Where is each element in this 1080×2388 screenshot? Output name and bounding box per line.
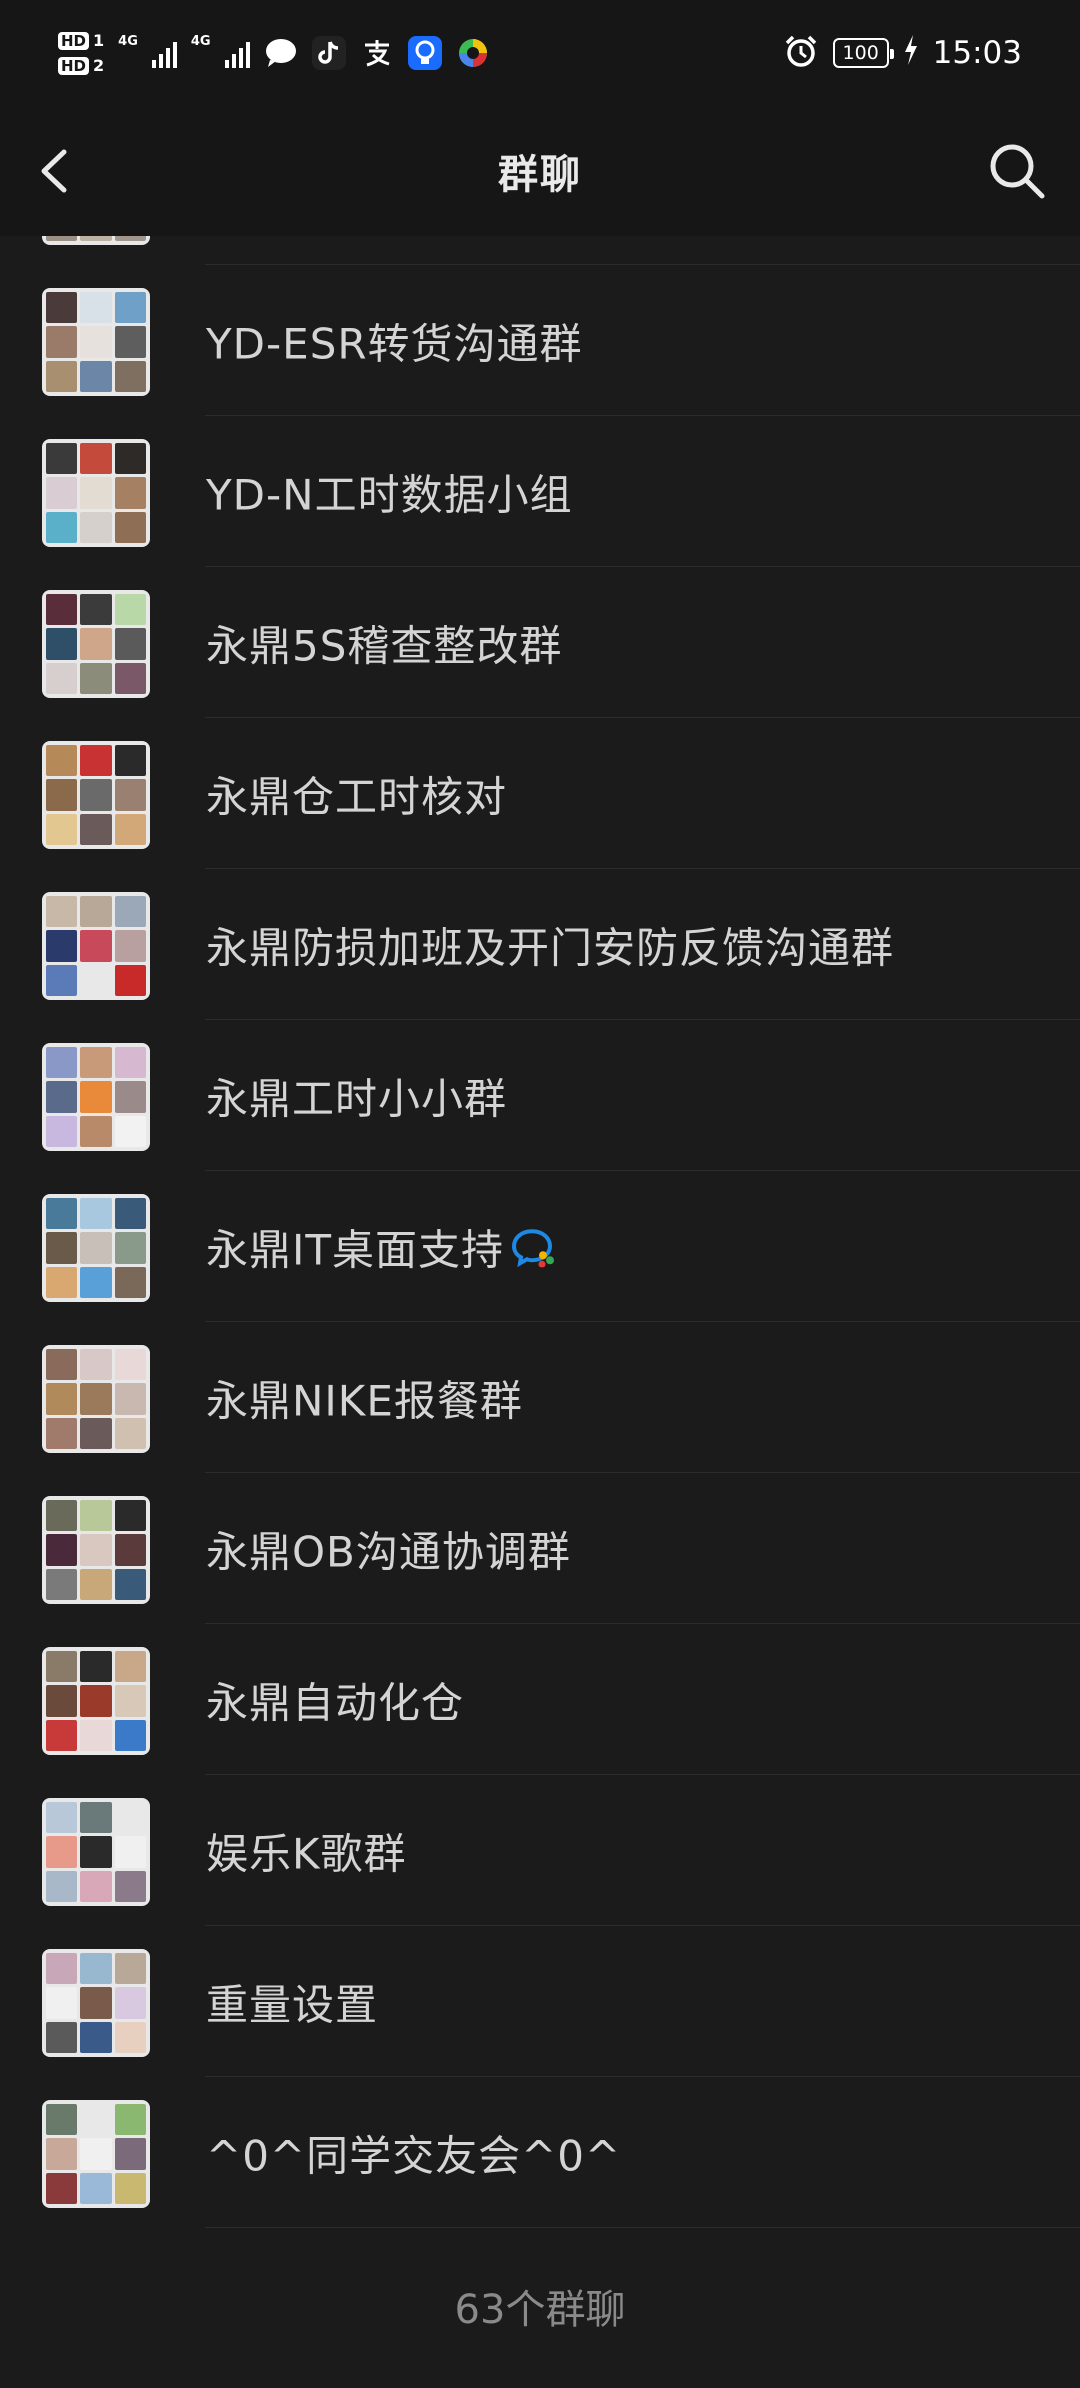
hd-indicator-2: HD 2 <box>58 56 104 75</box>
group-avatar <box>42 1949 150 2057</box>
group-avatar <box>42 1496 150 1604</box>
group-avatar <box>42 1043 150 1151</box>
list-item[interactable]: 永鼎5S稽查整改群 <box>0 567 1080 718</box>
search-icon <box>990 144 1045 199</box>
group-avatar <box>42 1345 150 1453</box>
status-right: 100 15:03 <box>783 33 1022 73</box>
tiktok-icon <box>311 36 346 70</box>
hd-label-1: HD <box>58 31 90 50</box>
charging-icon <box>903 34 919 72</box>
group-avatar <box>42 1194 150 1302</box>
group-name: 永鼎工时小小群 <box>206 1074 508 1123</box>
group-avatar <box>42 439 150 547</box>
hd-num-2: 2 <box>93 56 105 75</box>
list-item[interactable]: 永鼎NIKE报餐群 <box>0 1322 1080 1473</box>
hd-indicator-1: HD 1 <box>58 31 104 50</box>
list-item[interactable]: 永鼎仓工时核对 <box>0 718 1080 869</box>
list-item[interactable]: 永鼎OB沟通协调群 <box>0 1473 1080 1624</box>
group-avatar <box>42 892 150 1000</box>
list-item[interactable]: 永鼎自动化仓 <box>0 1624 1080 1775</box>
list-item[interactable]: 娱乐K歌群 <box>0 1775 1080 1926</box>
network-type-1: 4G <box>118 33 138 49</box>
list-item[interactable]: ^0^同学交友会^0^ <box>0 2077 1080 2228</box>
group-name: 永鼎OB沟通协调群 <box>206 1527 571 1576</box>
page-title: 群聊 <box>498 152 582 198</box>
group-name: 永鼎IT桌面支持 <box>206 1216 556 1278</box>
group-avatar <box>42 236 150 245</box>
signal-bars-2-icon <box>224 38 250 68</box>
group-avatar <box>42 1647 150 1755</box>
pinwheel-app-icon <box>456 36 490 70</box>
group-name: 永鼎自动化仓 <box>206 1678 465 1727</box>
group-name: 永鼎防损加班及开门安防反馈沟通群 <box>206 923 895 972</box>
group-name: 永鼎5S稽查整改群 <box>206 621 563 670</box>
group-name: YD-N工时数据小组 <box>206 470 573 519</box>
list-item[interactable]: 永鼎工时小小群 <box>0 1020 1080 1171</box>
group-avatar <box>42 2100 150 2208</box>
list-item[interactable]: YD-ESR转货沟通群 <box>0 265 1080 416</box>
group-avatar <box>42 741 150 849</box>
group-name: ^0^同学交友会^0^ <box>206 2131 622 2180</box>
chevron-left-icon <box>41 149 67 193</box>
group-avatar <box>42 1798 150 1906</box>
list-item[interactable]: 永鼎IT桌面支持 <box>0 1171 1080 1322</box>
list-item[interactable]: 重量设置 <box>0 1926 1080 2077</box>
alarm-icon <box>783 33 819 73</box>
search-button[interactable] <box>984 138 1050 204</box>
top-app-bar: 群聊 <box>0 106 1080 236</box>
status-left: HD 1 HD 2 4G 4G <box>58 31 490 75</box>
group-chat-list[interactable]: YD-ESR转货沟通群 YD-N工时数据小组 永鼎5S稽查整改群 永鼎仓工时核对 <box>0 236 1080 2236</box>
hd-num-1: 1 <box>93 31 105 50</box>
battery-indicator: 100 <box>832 38 894 68</box>
group-avatar <box>42 288 150 396</box>
network-type-2: 4G <box>190 33 211 49</box>
clock: 15:03 <box>932 35 1022 71</box>
hd-label-2: HD <box>58 56 90 75</box>
status-bar: HD 1 HD 2 4G 4G 100 15:03 <box>0 0 1080 106</box>
group-avatar <box>42 590 150 698</box>
wecom-badge-icon <box>512 1227 556 1277</box>
group-name: 娱乐K歌群 <box>206 1829 407 1878</box>
alipay-icon <box>360 36 394 70</box>
group-count: 63个群聊 <box>454 2287 626 2333</box>
group-name: 永鼎NIKE报餐群 <box>206 1376 523 1425</box>
list-item[interactable]: 永鼎防损加班及开门安防反馈沟通群 <box>0 869 1080 1020</box>
hd-indicators: HD 1 HD 2 <box>58 31 104 75</box>
group-name: 永鼎仓工时核对 <box>206 772 508 821</box>
signal-bars-1-icon <box>151 38 177 68</box>
back-button[interactable] <box>30 138 90 204</box>
message-icon <box>264 36 298 70</box>
divider <box>205 2227 1080 2228</box>
list-item-partial[interactable] <box>0 236 1080 265</box>
group-name-text: 永鼎IT桌面支持 <box>206 1224 505 1274</box>
group-name: 重量设置 <box>206 1980 379 2029</box>
list-item[interactable]: YD-N工时数据小组 <box>0 416 1080 567</box>
bulb-app-icon <box>407 36 442 70</box>
group-name: YD-ESR转货沟通群 <box>206 319 583 368</box>
